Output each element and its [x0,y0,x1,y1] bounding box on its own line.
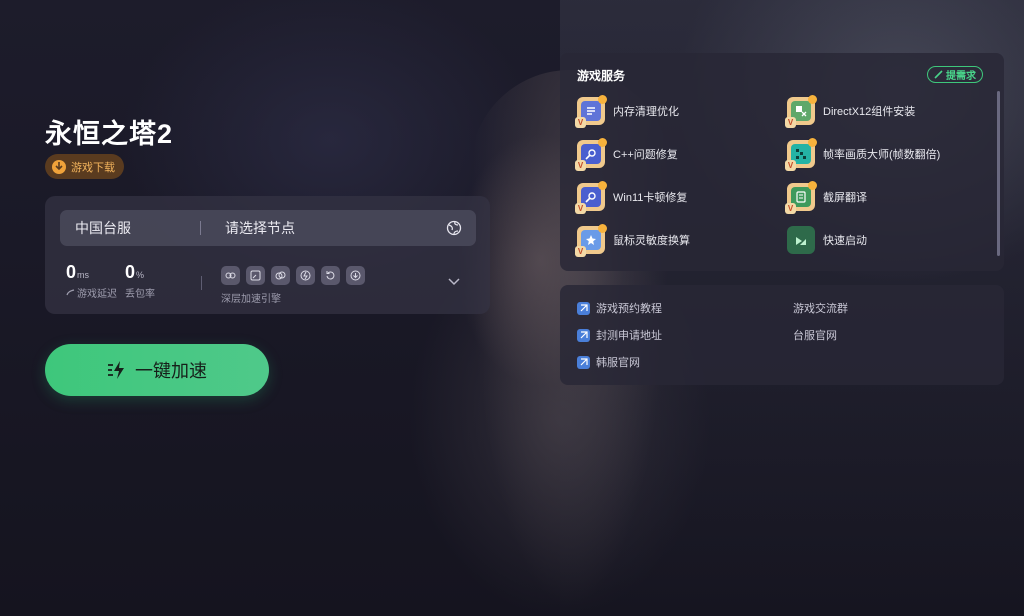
service-label: 截屏翻译 [823,192,867,204]
link-arrow-icon [577,301,590,315]
service-label: 内存清理优化 [613,106,679,118]
link-tw-official-site[interactable]: 台服官网 [793,327,837,343]
download-arrow-icon [52,159,66,174]
chevron-down-icon[interactable] [448,278,460,286]
link-label: 游戏预约教程 [596,303,662,315]
link-kr-official-site[interactable]: 韩服官网 [577,354,640,370]
service-win11-fix[interactable]: V Win11卡顿修复 [575,181,688,214]
service-label: C++问题修复 [613,149,678,161]
launch-icon [787,226,815,254]
download-label: 游戏下载 [71,161,115,174]
window-icon [246,266,265,285]
region-divider [200,221,201,235]
globe-icon[interactable] [446,220,462,236]
latency-caption: 游戏延迟 [77,289,117,300]
node-select[interactable]: 请选择节点 [225,218,446,238]
wrench-icon: V [575,181,607,214]
region-node-selector[interactable]: 中国台服 请选择节点 [60,210,476,246]
link-arrow-icon [577,328,590,342]
latency-stat: 0ms 游戏延迟 [66,262,117,300]
boost-bolt-icon [108,361,124,379]
link-label: 封测申请地址 [596,330,662,342]
service-label: 鼠标灵敏度换算 [613,235,690,247]
engine-icon-row [221,266,365,285]
service-screenshot-translate[interactable]: V 截屏翻译 [785,181,867,214]
service-label: 帧率画质大师(帧数翻倍) [823,149,941,161]
refresh-icon [321,266,340,285]
packet-loss-unit: % [136,270,145,280]
services-title: 游戏服务 [577,69,626,83]
service-label: Win11卡顿修复 [613,192,688,204]
request-feature-button[interactable]: 提需求 [927,66,983,83]
packet-loss-caption: 丢包率 [125,289,155,300]
link-reservation-guide[interactable]: 游戏预约教程 [577,300,662,316]
rings-icon [271,266,290,285]
service-label: DirectX12组件安装 [823,106,916,118]
bolt-icon [296,266,315,285]
services-scrollbar[interactable] [997,91,1000,256]
boost-label: 一键加速 [135,361,207,381]
translate-icon: V [785,181,817,214]
request-label: 提需求 [946,71,976,82]
engine-caption: 深层加速引擎 [221,294,281,305]
service-framerate-master[interactable]: V 帧率画质大师(帧数翻倍) [785,138,941,171]
download-icon [346,266,365,285]
game-links-panel: 游戏预约教程 游戏交流群 封测申请地址 台服官网 韩服官网 [560,285,1004,385]
memory-icon: V [575,95,607,128]
service-quick-launch[interactable]: 快速启动 [787,226,867,254]
accelerator-panel: 中国台服 请选择节点 0ms 游戏延迟 0% 丢包率 深层加速引擎 [45,196,490,314]
game-services-panel: 游戏服务 提需求 V 内存清理优化 V DirectX12组件安装 V C++问… [560,53,1004,271]
brush-icon [934,70,943,79]
packet-loss-stat: 0% 丢包率 [125,262,155,300]
one-click-boost-button[interactable]: 一键加速 [45,344,269,396]
link-label: 游戏交流群 [793,303,848,315]
signal-icon [66,289,75,296]
link-beta-application[interactable]: 封测申请地址 [577,327,662,343]
link-label: 台服官网 [793,330,837,342]
link-community-group[interactable]: 游戏交流群 [793,300,848,316]
service-memory-clean[interactable]: V 内存清理优化 [575,95,679,128]
game-download-button[interactable]: 游戏下载 [45,154,124,179]
region-label[interactable]: 中国台服 [75,218,200,238]
service-mouse-sensitivity[interactable]: V 鼠标灵敏度换算 [575,224,690,257]
service-cpp-fix[interactable]: V C++问题修复 [575,138,678,171]
latency-value: 0 [66,262,77,282]
service-label: 快速启动 [823,235,867,247]
link-icon [221,266,240,285]
latency-unit: ms [77,270,90,280]
wrench-icon: V [575,138,607,171]
framerate-icon: V [785,138,817,171]
link-label: 韩服官网 [596,357,640,369]
directx-icon: V [785,95,817,128]
packet-loss-value: 0 [125,262,136,282]
mouse-icon: V [575,224,607,257]
service-directx12[interactable]: V DirectX12组件安装 [785,95,916,128]
stat-divider [201,276,202,290]
game-title: 永恒之塔2 [45,119,174,149]
link-arrow-icon [577,355,590,369]
